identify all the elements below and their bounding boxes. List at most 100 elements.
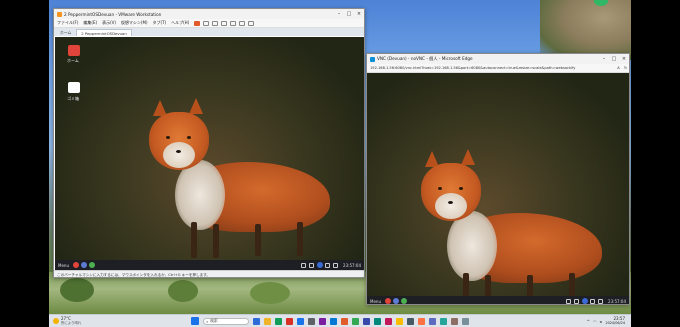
vm-guest-desktop[interactable]: ホーム ゴミ箱 Menu 23:57:04 bbox=[55, 37, 364, 270]
vmware-window-title: 2 PeppermintOSDevuan - VMware Workstatio… bbox=[64, 11, 162, 17]
menu-help[interactable]: ヘルプ(H) bbox=[171, 20, 189, 26]
taskbar-app-icon[interactable] bbox=[396, 317, 403, 325]
guest-clock[interactable]: 23:57:04 bbox=[608, 299, 626, 304]
taskbar-app-list bbox=[253, 317, 473, 325]
desktop-cliff-scenery bbox=[540, 0, 631, 60]
home-folder-label: ホーム bbox=[67, 58, 79, 63]
tray-network-icon[interactable]: ◠ bbox=[593, 319, 597, 324]
snapshot-manager-icon[interactable] bbox=[221, 20, 228, 26]
edge-app-icon bbox=[370, 56, 375, 62]
menu-file[interactable]: ファイル(F) bbox=[57, 20, 78, 26]
taskbar-app-icon[interactable] bbox=[253, 317, 260, 325]
taskbar-app-icon[interactable] bbox=[374, 317, 381, 325]
vmware-menubar: ファイル(F) 編集(E) 表示(V) 仮想マシン(M) タブ(T) ヘルプ(H… bbox=[54, 19, 364, 28]
menu-vm[interactable]: 仮想マシン(M) bbox=[121, 20, 148, 26]
host-clock[interactable]: 23:57 2024/06/24 bbox=[605, 316, 625, 325]
guest-menu-button[interactable]: Menu bbox=[370, 299, 381, 304]
tray-window-icon[interactable] bbox=[301, 262, 307, 268]
tray-chevron-icon[interactable]: ^ bbox=[587, 319, 590, 324]
taskbar-app-icon[interactable] bbox=[275, 317, 282, 325]
maximize-icon[interactable]: □ bbox=[609, 56, 619, 62]
taskbar-app-icon[interactable] bbox=[264, 317, 271, 325]
novnc-guest-taskbar: Menu 23:57:04 bbox=[367, 296, 629, 304]
edge-window-title: VNC (Devuan) - noVNC - 個人 - Microsoft Ed… bbox=[377, 56, 473, 61]
taskbar-app-icon[interactable] bbox=[418, 317, 425, 325]
start-button-icon[interactable] bbox=[191, 317, 199, 325]
taskbar-app-icon[interactable] bbox=[451, 317, 458, 325]
close-icon[interactable]: × bbox=[354, 11, 364, 17]
minimize-icon[interactable]: – bbox=[599, 56, 609, 62]
trash-label: ゴミ箱 bbox=[67, 96, 79, 101]
menu-edit[interactable]: 編集(E) bbox=[83, 20, 97, 26]
host-clock-date: 2024/06/24 bbox=[605, 321, 625, 325]
minimize-icon[interactable]: – bbox=[334, 11, 344, 17]
files-icon[interactable] bbox=[392, 298, 399, 304]
tab-peppermint-vm[interactable]: 2 PeppermintOSDevuan bbox=[76, 29, 132, 36]
tray-battery-icon[interactable] bbox=[590, 298, 596, 304]
pause-icon[interactable] bbox=[194, 20, 201, 26]
tab-home[interactable]: ホーム bbox=[56, 29, 75, 36]
tray-clipboard-icon[interactable] bbox=[309, 262, 315, 268]
fullscreen-icon[interactable] bbox=[230, 20, 237, 26]
guest-clock[interactable]: 23:57:04 bbox=[343, 263, 361, 268]
trash-icon[interactable] bbox=[68, 82, 80, 93]
weather-sun-icon bbox=[53, 318, 59, 324]
unity-icon[interactable] bbox=[239, 20, 246, 26]
home-folder-icon[interactable] bbox=[68, 45, 80, 56]
close-icon[interactable]: × bbox=[619, 56, 629, 62]
guest-taskbar: Menu 23:57:04 bbox=[55, 260, 364, 270]
taskbar-app-icon[interactable] bbox=[385, 317, 392, 325]
fox-wallpaper bbox=[135, 92, 335, 262]
weather-widget[interactable]: 27°C 所により晴れ bbox=[53, 317, 113, 325]
taskbar-app-icon[interactable] bbox=[308, 317, 315, 325]
novnc-guest-desktop[interactable] bbox=[367, 73, 629, 296]
tray-volume-icon[interactable]: ◂ bbox=[599, 319, 601, 324]
read-aloud-icon[interactable]: A bbox=[615, 66, 622, 70]
vmware-app-icon bbox=[57, 11, 62, 17]
tray-network-icon[interactable] bbox=[582, 298, 589, 304]
console-view-icon[interactable] bbox=[248, 20, 255, 26]
vmware-statusbar: このバーチャルマシンに入力するには、マウスポインタを入れるか、Ctrl+G キー… bbox=[54, 270, 364, 277]
taskbar-app-icon[interactable] bbox=[363, 317, 370, 325]
desktop-tree-scenery bbox=[168, 280, 198, 302]
tray-battery-icon[interactable] bbox=[325, 262, 331, 268]
tray-window-icon[interactable] bbox=[566, 298, 572, 304]
browser-icon[interactable] bbox=[384, 298, 391, 304]
send-ctrl-alt-del-icon[interactable] bbox=[203, 20, 210, 26]
taskbar-app-icon[interactable] bbox=[440, 317, 447, 325]
vmware-window[interactable]: 2 PeppermintOSDevuan - VMware Workstatio… bbox=[53, 8, 365, 278]
edge-titlebar[interactable]: VNC (Devuan) - noVNC - 個人 - Microsoft Ed… bbox=[367, 54, 629, 64]
snapshot-icon[interactable] bbox=[212, 20, 219, 26]
taskbar-app-icon[interactable] bbox=[429, 317, 436, 325]
taskbar-app-icon[interactable] bbox=[286, 317, 293, 325]
tray-network-icon[interactable] bbox=[317, 262, 324, 268]
desktop-tree-scenery bbox=[60, 278, 94, 302]
refresh-icon[interactable]: ↻ bbox=[622, 66, 629, 70]
taskbar-app-icon[interactable] bbox=[407, 317, 414, 325]
browser-icon[interactable] bbox=[72, 262, 79, 268]
terminal-icon[interactable] bbox=[88, 262, 95, 268]
edge-address-bar[interactable]: 192.168.1.56:6080/vnc.html?host=192.168.… bbox=[367, 64, 629, 73]
tray-volume-icon[interactable] bbox=[333, 262, 339, 268]
menu-tabs[interactable]: タブ(T) bbox=[153, 20, 167, 26]
guest-menu-button[interactable]: Menu bbox=[58, 263, 69, 268]
tray-clipboard-icon[interactable] bbox=[574, 298, 580, 304]
vmware-titlebar[interactable]: 2 PeppermintOSDevuan - VMware Workstatio… bbox=[54, 9, 364, 19]
files-icon[interactable] bbox=[80, 262, 87, 268]
taskbar-app-icon[interactable] bbox=[462, 317, 469, 325]
edge-window[interactable]: VNC (Devuan) - noVNC - 個人 - Microsoft Ed… bbox=[366, 53, 630, 305]
terminal-icon[interactable] bbox=[400, 298, 407, 304]
taskbar-search-input[interactable]: ⌕ 検索 bbox=[203, 317, 249, 325]
taskbar-app-icon[interactable] bbox=[297, 317, 304, 325]
maximize-icon[interactable]: □ bbox=[344, 11, 354, 17]
url-text[interactable]: 192.168.1.56:6080/vnc.html?host=192.168.… bbox=[370, 66, 615, 70]
tray-volume-icon[interactable] bbox=[598, 298, 604, 304]
taskbar-app-icon[interactable] bbox=[319, 317, 326, 325]
taskbar-app-icon[interactable] bbox=[330, 317, 337, 325]
taskbar-app-icon[interactable] bbox=[352, 317, 359, 325]
taskbar-app-icon[interactable] bbox=[341, 317, 348, 325]
menu-view[interactable]: 表示(V) bbox=[102, 20, 116, 26]
host-taskbar: 27°C 所により晴れ ⌕ 検索 ^ ◠ ◂ 23:57 2024/06/24 bbox=[49, 314, 631, 327]
search-icon: ⌕ bbox=[206, 318, 209, 324]
search-placeholder: 検索 bbox=[210, 318, 218, 323]
